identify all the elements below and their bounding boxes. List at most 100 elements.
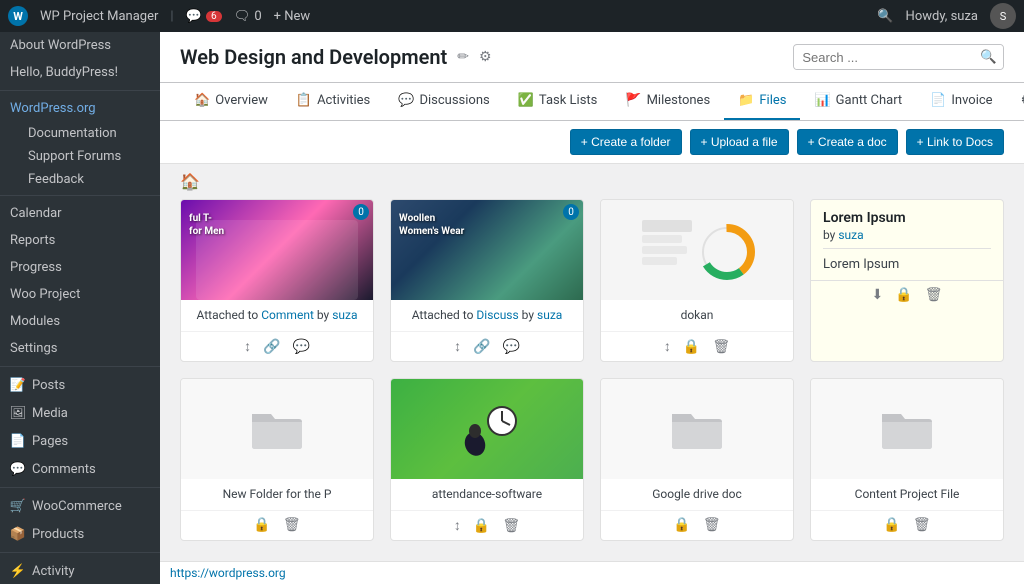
sidebar-item-comments[interactable]: 💬 Comments <box>0 455 160 483</box>
file-thumb-gdrive <box>601 379 793 479</box>
file-card-women[interactable]: WoollenWomen's Wear 0 Attached to Discus… <box>390 199 584 362</box>
tab-invoice[interactable]: 📄 Invoice <box>916 83 1006 120</box>
tab-milestones[interactable]: 🚩 Milestones <box>611 83 724 120</box>
move-icon-6[interactable]: ↕ <box>454 517 461 534</box>
sidebar-item-products[interactable]: 📦 Products <box>0 520 160 548</box>
milestones-icon: 🚩 <box>625 93 641 108</box>
file-card-folder1[interactable]: New Folder for the P 🔒 🗑 <box>180 378 374 541</box>
tab-files[interactable]: 📁 Files <box>724 83 800 120</box>
tab-settings[interactable]: ⚙ Settings <box>1007 83 1024 120</box>
sidebar-item-reports[interactable]: Reports <box>0 227 160 254</box>
file-thumb-women: WoollenWomen's Wear 0 <box>391 200 583 300</box>
sidebar-item-media[interactable]: 🖼 Media <box>0 399 160 427</box>
tab-settings-icon: ⚙ <box>1021 93 1024 108</box>
tab-discussions[interactable]: 💬 Discussions <box>384 83 503 120</box>
tab-invoice-label: Invoice <box>951 93 992 108</box>
tabs-bar: 🏠 Overview 📋 Activities 💬 Discussions ✅ … <box>160 83 1024 121</box>
file-card-attendance[interactable]: attendance-software ↕ 🔒 🗑 <box>390 378 584 541</box>
delete-icon-5[interactable]: 🗑 <box>283 517 301 533</box>
delete-icon-note[interactable]: 🗑 <box>925 287 943 303</box>
comment-badge-1: 0 <box>353 204 369 220</box>
sidebar-item-activity[interactable]: ⚡ Activity <box>0 557 160 584</box>
lock-icon-3[interactable]: 🔒 <box>683 339 700 355</box>
user-avatar[interactable]: S <box>990 3 1016 29</box>
tab-gantt-chart[interactable]: 📊 Gantt Chart <box>800 83 916 120</box>
sidebar-item-woocommerce[interactable]: 🛒 WooCommerce <box>0 492 160 520</box>
sidebar-item-woo-project[interactable]: Woo Project <box>0 281 160 308</box>
sidebar-item-documentation[interactable]: Documentation <box>0 122 160 145</box>
sidebar-item-posts[interactable]: 📝 Posts <box>0 371 160 399</box>
move-icon-1[interactable]: ↕ <box>244 338 251 355</box>
home-icon[interactable]: 🏠 <box>180 172 200 191</box>
sidebar-item-settings[interactable]: Settings <box>0 335 160 362</box>
comment-icon-2[interactable]: 💬 <box>503 339 520 355</box>
sidebar-divider-5 <box>0 552 160 553</box>
sidebar-item-pages[interactable]: 📄 Pages <box>0 427 160 455</box>
top-search-icon[interactable]: 🔍 <box>877 9 893 24</box>
file-card-tshirt[interactable]: ful T-for Men 0 Attached to Comment by s… <box>180 199 374 362</box>
sidebar-item-wordpress-org[interactable]: WordPress.org <box>0 95 160 122</box>
page-search: 🔍 <box>793 44 1004 70</box>
sidebar-item-about[interactable]: About WordPress <box>0 32 160 59</box>
file-card-note[interactable]: Lorem Ipsum by suza Lorem Ipsum ⬇ 🔒 🗑 <box>810 199 1004 362</box>
sidebar-item-support-forums[interactable]: Support Forums <box>0 145 160 168</box>
top-bar-notifications[interactable]: 🗨 0 <box>234 9 262 24</box>
sidebar-item-progress[interactable]: Progress <box>0 254 160 281</box>
sidebar-item-modules[interactable]: Modules <box>0 308 160 335</box>
file-by-label-2: by <box>519 308 537 322</box>
tab-activities[interactable]: 📋 Activities <box>282 83 384 120</box>
move-icon-2[interactable]: ↕ <box>454 338 461 355</box>
top-bar-right: 🔍 Howdy, suza S <box>877 3 1016 29</box>
file-by-user-1[interactable]: suza <box>332 308 357 322</box>
tab-task-lists-label: Task Lists <box>539 93 597 108</box>
file-card-content-project[interactable]: Content Project File 🔒 🗑 <box>810 378 1004 541</box>
search-input[interactable] <box>794 46 974 69</box>
delete-icon-3[interactable]: 🗑 <box>712 339 730 355</box>
lock-icon-7[interactable]: 🔒 <box>673 517 690 533</box>
create-folder-button[interactable]: + Create a folder <box>570 129 682 155</box>
file-actions-1: ↕ 🔗 💬 <box>181 331 373 361</box>
lock-icon-5[interactable]: 🔒 <box>253 517 270 533</box>
gantt-chart-icon: 📊 <box>814 93 830 108</box>
upload-file-button[interactable]: + Upload a file <box>690 129 789 155</box>
file-card-gdrive[interactable]: Google drive doc 🔒 🗑 <box>600 378 794 541</box>
delete-icon-6[interactable]: 🗑 <box>502 518 520 534</box>
link-docs-button[interactable]: + Link to Docs <box>906 129 1004 155</box>
file-by-user-2[interactable]: suza <box>537 308 562 322</box>
top-bar-site-name[interactable]: WP Project Manager <box>40 9 158 24</box>
folder1-filename: New Folder for the P <box>223 487 332 501</box>
howdy-text: Howdy, suza <box>906 9 978 24</box>
tab-files-label: Files <box>759 93 786 108</box>
note-author-link[interactable]: suza <box>838 228 863 242</box>
sidebar-item-calendar[interactable]: Calendar <box>0 200 160 227</box>
download-icon-note[interactable]: ⬇ <box>872 287 884 303</box>
lock-icon-8[interactable]: 🔒 <box>883 517 900 533</box>
link-icon-1[interactable]: 🔗 <box>263 339 280 355</box>
edit-icon[interactable]: ✏ <box>457 49 469 65</box>
comment-icon-1[interactable]: 💬 <box>293 339 310 355</box>
comment-count-badge: 6 <box>206 11 222 22</box>
file-discuss-link-2[interactable]: Discuss <box>476 308 518 322</box>
delete-icon-7[interactable]: 🗑 <box>703 517 721 533</box>
file-thumb-content-project <box>811 379 1003 479</box>
products-icon: 📦 <box>10 526 26 542</box>
lock-icon-6[interactable]: 🔒 <box>473 518 490 534</box>
file-comment-link-1[interactable]: Comment <box>261 308 314 322</box>
tab-task-lists[interactable]: ✅ Task Lists <box>504 83 612 120</box>
move-icon-3[interactable]: ↕ <box>664 338 671 355</box>
sidebar-item-hello[interactable]: Hello, BuddyPress! <box>0 59 160 86</box>
dokan-filename: dokan <box>681 308 714 322</box>
file-card-dokan[interactable]: dokan ↕ 🔒 🗑 <box>600 199 794 362</box>
lock-icon-note[interactable]: 🔒 <box>895 287 912 303</box>
top-bar-comments[interactable]: 💬 6 <box>186 9 222 24</box>
settings-gear-icon[interactable]: ⚙ <box>479 49 492 65</box>
top-bar-new[interactable]: + New <box>274 9 311 24</box>
sidebar-item-feedback[interactable]: Feedback <box>0 168 160 191</box>
create-doc-button[interactable]: + Create a doc <box>797 129 898 155</box>
main-layout: About WordPress Hello, BuddyPress! WordP… <box>0 32 1024 584</box>
search-button[interactable]: 🔍 <box>974 45 1003 69</box>
link-icon-2[interactable]: 🔗 <box>473 339 490 355</box>
tab-overview[interactable]: 🏠 Overview <box>180 83 282 120</box>
wp-logo-area[interactable]: W <box>8 6 28 26</box>
delete-icon-8[interactable]: 🗑 <box>913 517 931 533</box>
